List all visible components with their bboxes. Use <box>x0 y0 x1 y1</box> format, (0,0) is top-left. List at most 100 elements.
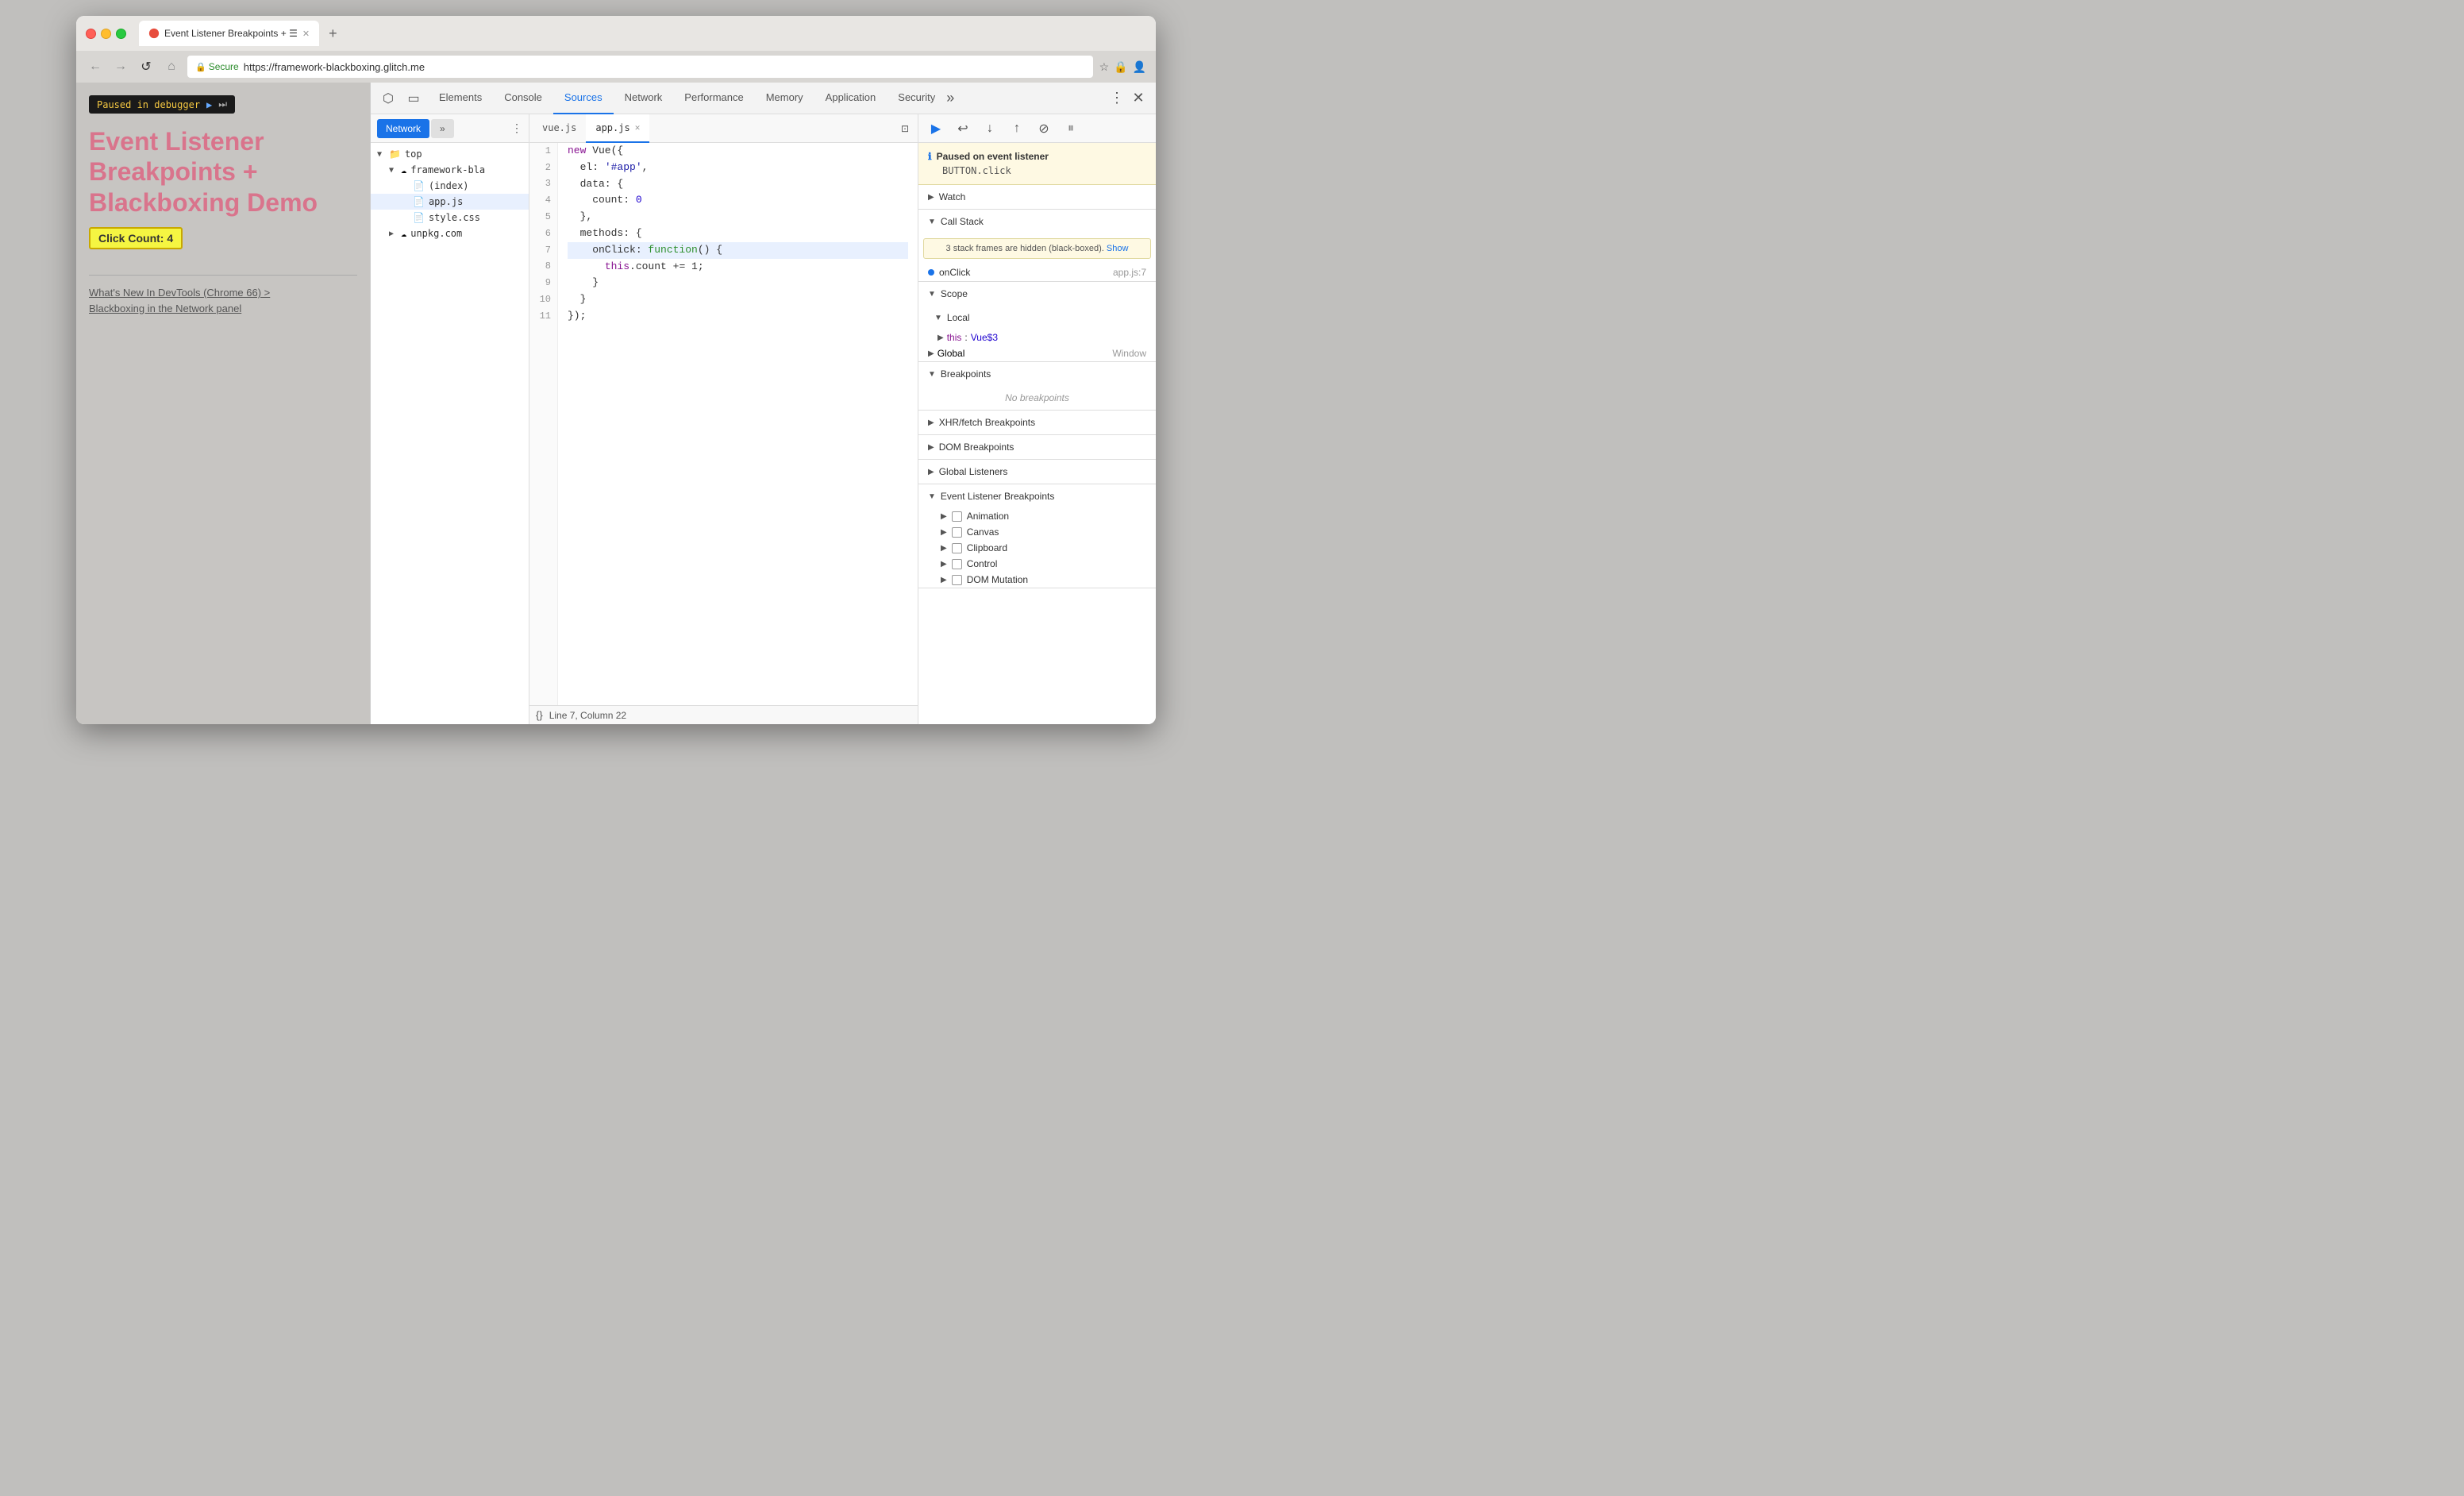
tree-item-framework[interactable]: ▼ ☁ framework-bla <box>371 162 529 178</box>
code-content[interactable]: new Vue({ el: '#app', data: { count: 0 }… <box>558 143 918 705</box>
call-stack-show-link[interactable]: Show <box>1107 244 1129 253</box>
forward-button[interactable]: → <box>111 60 130 74</box>
active-tab[interactable]: Event Listener Breakpoints + ☰ ✕ <box>139 21 319 46</box>
scope-global-item[interactable]: ▶ Global Window <box>918 345 1156 361</box>
sidebar-tab-more[interactable]: » <box>431 119 454 138</box>
user-icon[interactable]: 👤 <box>1133 60 1146 74</box>
code-tab-appjs[interactable]: app.js ✕ <box>586 114 649 143</box>
debugger-banner: Paused in debugger ▶ ⏭ <box>89 95 235 114</box>
tree-item-unpkg[interactable]: ▶ ☁ unpkg.com <box>371 226 529 241</box>
bookmark-icon[interactable]: ☆ <box>1099 60 1110 74</box>
tab-network[interactable]: Network <box>614 83 674 114</box>
close-button[interactable] <box>86 29 96 39</box>
tree-item-index[interactable]: 📄 (index) <box>371 178 529 194</box>
close-devtools-button[interactable]: ✕ <box>1127 90 1149 106</box>
resume-icon[interactable]: ▶ <box>206 99 212 110</box>
tab-security[interactable]: Security <box>887 83 946 114</box>
call-stack-item-onclick[interactable]: onClick app.js:7 <box>918 264 1156 281</box>
page-links: What's New In DevTools (Chrome 66) > Bla… <box>89 285 357 316</box>
tree-item-stylecss[interactable]: 📄 style.css <box>371 210 529 226</box>
code-tabs: vue.js app.js ✕ ⊡ <box>529 114 918 143</box>
watch-label: Watch <box>939 191 966 202</box>
code-line-3: data: { <box>568 176 908 193</box>
listener-item-canvas[interactable]: ▶ Canvas <box>918 524 1156 540</box>
global-listeners-header[interactable]: ▶ Global Listeners <box>918 460 1156 484</box>
listener-item-clipboard[interactable]: ▶ Clipboard <box>918 540 1156 556</box>
breakpoints-section-header[interactable]: ▼ Breakpoints <box>918 362 1156 386</box>
split-editor-button[interactable]: ⊡ <box>895 119 914 138</box>
tab-elements[interactable]: Elements <box>428 83 493 114</box>
tab-application[interactable]: Application <box>814 83 887 114</box>
listener-animation-checkbox[interactable] <box>952 511 962 522</box>
more-tabs-button[interactable]: » <box>946 90 954 106</box>
code-tab-close-icon[interactable]: ✕ <box>635 122 641 133</box>
event-listener-breakpoints-header[interactable]: ▼ Event Listener Breakpoints <box>918 484 1156 508</box>
listener-control-checkbox[interactable] <box>952 559 962 569</box>
code-line-5: }, <box>568 209 908 226</box>
device-mode-button[interactable]: ▭ <box>402 87 425 110</box>
xhr-arrow-icon: ▶ <box>928 418 934 427</box>
line-num-10: 10 <box>536 291 551 308</box>
resume-button[interactable]: ▶ <box>925 118 947 140</box>
watch-section-header[interactable]: ▶ Watch <box>918 185 1156 209</box>
extension-icon[interactable]: 🔒 <box>1114 60 1127 74</box>
listener-clipboard-checkbox[interactable] <box>952 543 962 553</box>
status-bar: {} Line 7, Column 22 <box>529 705 918 724</box>
step-into-button[interactable]: ↓ <box>979 118 1001 140</box>
step-out-button[interactable]: ↑ <box>1006 118 1028 140</box>
scope-section-header[interactable]: ▼ Scope <box>918 282 1156 306</box>
maximize-button[interactable] <box>116 29 126 39</box>
listener-item-dom-mutation[interactable]: ▶ DOM Mutation <box>918 572 1156 588</box>
click-count-button[interactable]: Click Count: 4 <box>89 227 183 249</box>
tab-performance[interactable]: Performance <box>673 83 754 114</box>
listener-dom-mutation-checkbox[interactable] <box>952 575 962 585</box>
new-tab-button[interactable]: + <box>322 25 344 42</box>
paused-code: BUTTON.click <box>928 165 1146 176</box>
folder-icon: 📁 <box>389 148 401 160</box>
listener-canvas-checkbox[interactable] <box>952 527 962 538</box>
code-line-7: onClick: function() { <box>568 242 908 259</box>
code-tab-vuejs[interactable]: vue.js <box>533 114 586 143</box>
tree-item-appjs[interactable]: 📄 app.js <box>371 194 529 210</box>
listener-item-control[interactable]: ▶ Control <box>918 556 1156 572</box>
scope-local-header[interactable]: ▼ Local <box>918 306 1156 330</box>
deactivate-breakpoints-button[interactable]: ⊘ <box>1033 118 1055 140</box>
tab-memory[interactable]: Memory <box>755 83 814 114</box>
tab-sources[interactable]: Sources <box>553 83 614 114</box>
tab-console[interactable]: Console <box>493 83 553 114</box>
xhr-breakpoints-header[interactable]: ▶ XHR/fetch Breakpoints <box>918 411 1156 434</box>
back-button[interactable]: ← <box>86 60 105 74</box>
debugger-banner-text: Paused in debugger <box>97 99 200 110</box>
sidebar-tab-network[interactable]: Network <box>377 119 429 138</box>
call-stack-section-header[interactable]: ▼ Call Stack <box>918 210 1156 233</box>
code-area: vue.js app.js ✕ ⊡ 1 2 <box>529 114 918 724</box>
minimize-button[interactable] <box>101 29 111 39</box>
xhr-breakpoints-section: ▶ XHR/fetch Breakpoints <box>918 411 1156 435</box>
scope-arrow-icon: ▼ <box>928 290 936 299</box>
url-field[interactable]: 🔒 Secure https://framework-blackboxing.g… <box>187 56 1093 78</box>
scope-local-this[interactable]: ▶ this : Vue$3 <box>918 330 1156 345</box>
listener-item-animation[interactable]: ▶ Animation <box>918 508 1156 524</box>
traffic-lights <box>86 29 126 39</box>
step-over-button[interactable]: ↩ <box>952 118 974 140</box>
file-icon-appjs: 📄 <box>413 196 425 207</box>
tree-item-top[interactable]: ▼ 📁 top <box>371 146 529 162</box>
paused-title-text: Paused on event listener <box>937 151 1049 162</box>
url-text: https://framework-blackboxing.glitch.me <box>244 61 425 73</box>
tab-close-button[interactable]: ✕ <box>302 29 310 39</box>
format-icon[interactable]: {} <box>536 709 543 721</box>
page-link-2[interactable]: Blackboxing in the Network panel <box>89 301 357 317</box>
home-button[interactable]: ⌂ <box>162 60 181 74</box>
line-num-9: 9 <box>536 275 551 291</box>
page-content: Paused in debugger ▶ ⏭ Event Listener Br… <box>76 83 370 724</box>
inspect-element-button[interactable]: ⬡ <box>377 87 399 110</box>
reload-button[interactable]: ↺ <box>137 59 156 75</box>
listener-clipboard-label: Clipboard <box>967 542 1007 553</box>
pause-on-exceptions-button[interactable]: ⏸ <box>1060 118 1082 140</box>
settings-button[interactable]: ⋮ <box>1110 90 1124 106</box>
page-link-1[interactable]: What's New In DevTools (Chrome 66) > <box>89 285 357 301</box>
sidebar-more-button[interactable]: ⋮ <box>511 121 522 135</box>
dom-breakpoints-header[interactable]: ▶ DOM Breakpoints <box>918 435 1156 459</box>
step-icon[interactable]: ⏭ <box>218 98 227 110</box>
call-stack-section: ▼ Call Stack 3 stack frames are hidden (… <box>918 210 1156 282</box>
